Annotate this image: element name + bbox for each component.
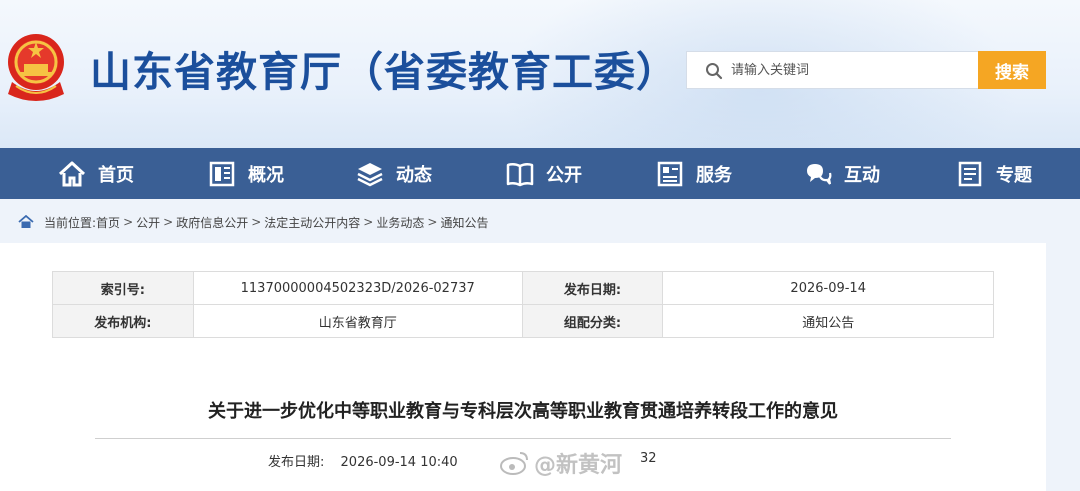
- search-icon: [706, 63, 723, 80]
- publish-label: 发布日期:: [268, 455, 325, 470]
- title-divider: [95, 438, 951, 439]
- views-count: 32: [640, 451, 657, 466]
- breadcrumb-item[interactable]: 公开: [136, 214, 160, 231]
- article-title: 关于进一步优化中等职业教育与专科层次高等职业教育贯通培养转段工作的意见: [208, 401, 838, 422]
- watermark-text: @新黄河: [534, 453, 623, 478]
- breadcrumb-item[interactable]: 业务动态: [376, 214, 424, 231]
- nav-label: 动态: [396, 164, 432, 186]
- nav-label: 首页: [98, 164, 134, 186]
- nav-label: 概况: [248, 164, 284, 186]
- weibo-icon: [500, 452, 528, 475]
- overview-icon: [209, 161, 235, 186]
- org-label: 发布机构:: [52, 304, 194, 338]
- book-icon: [506, 162, 534, 186]
- breadcrumb: 当前位置: 首页 > 公开 > 政府信息公开 > 法定主动公开内容 > 业务动态 > 通知…: [18, 213, 488, 231]
- search-input[interactable]: [731, 52, 971, 88]
- nav-label: 服务: [696, 164, 732, 186]
- nav-item-interact[interactable]: 互动: [804, 148, 880, 199]
- nav-item-home[interactable]: 首页: [58, 148, 134, 199]
- home-icon: [58, 161, 86, 186]
- breadcrumb-separator: >: [163, 215, 174, 229]
- topic-icon: [958, 161, 982, 186]
- table-row: 发布机构: 山东省教育厅 组配分类: 通知公告: [52, 304, 994, 338]
- publish-datetime: 2026-09-14 10:40: [340, 455, 458, 470]
- site-title[interactable]: 山东省教育厅（省委教育工委）: [90, 38, 678, 98]
- nav-item-topic[interactable]: 专题: [956, 148, 1032, 199]
- breadcrumb-prefix: 当前位置:: [44, 215, 97, 230]
- breadcrumb-item[interactable]: 法定主动公开内容: [264, 214, 360, 231]
- index-label: 索引号:: [52, 271, 194, 305]
- breadcrumb-separator: >: [363, 215, 374, 229]
- breadcrumb-home-icon: [18, 215, 34, 228]
- nav-label: 互动: [844, 164, 880, 186]
- breadcrumb-item[interactable]: 首页: [96, 214, 120, 231]
- category-label: 组配分类:: [521, 304, 664, 338]
- date-label: 发布日期:: [521, 271, 664, 305]
- breadcrumb-separator: >: [427, 215, 438, 229]
- nav-item-news[interactable]: 动态: [356, 148, 432, 199]
- nav-item-public[interactable]: 公开: [506, 148, 582, 199]
- nav-item-service[interactable]: 服务: [656, 148, 732, 199]
- nav-label: 公开: [546, 164, 582, 186]
- search-box: [686, 51, 978, 89]
- stack-icon: [357, 162, 383, 186]
- org-value: 山东省教育厅: [192, 304, 523, 338]
- category-value: 通知公告: [662, 304, 994, 338]
- breadcrumb-separator: >: [123, 215, 134, 229]
- national-emblem-icon: [8, 34, 64, 101]
- index-value: 11370000004502323D/2026-02737: [192, 271, 523, 305]
- main-nav: 首页 概况 动态 公开 服务 互动 专题: [0, 148, 1080, 199]
- service-icon: [657, 161, 683, 186]
- nav-label: 专题: [996, 164, 1032, 186]
- date-value: 2026-09-14: [662, 271, 994, 305]
- publish-info: 发布日期: 2026-09-14 10:40: [268, 451, 458, 470]
- document-meta-table: 索引号: 11370000004502323D/2026-02737 发布日期:…: [52, 271, 994, 338]
- breadcrumb-item[interactable]: 政府信息公开: [176, 214, 248, 231]
- table-row: 索引号: 11370000004502323D/2026-02737 发布日期:…: [52, 271, 994, 305]
- breadcrumb-separator: >: [251, 215, 262, 229]
- watermark: @新黄河: [500, 447, 622, 479]
- breadcrumb-item[interactable]: 通知公告: [440, 214, 488, 231]
- chat-icon: [807, 163, 832, 185]
- search-button[interactable]: 搜索: [978, 51, 1046, 89]
- nav-item-overview[interactable]: 概况: [208, 148, 284, 199]
- site-header: 山东省教育厅（省委教育工委） 搜索: [0, 0, 1080, 148]
